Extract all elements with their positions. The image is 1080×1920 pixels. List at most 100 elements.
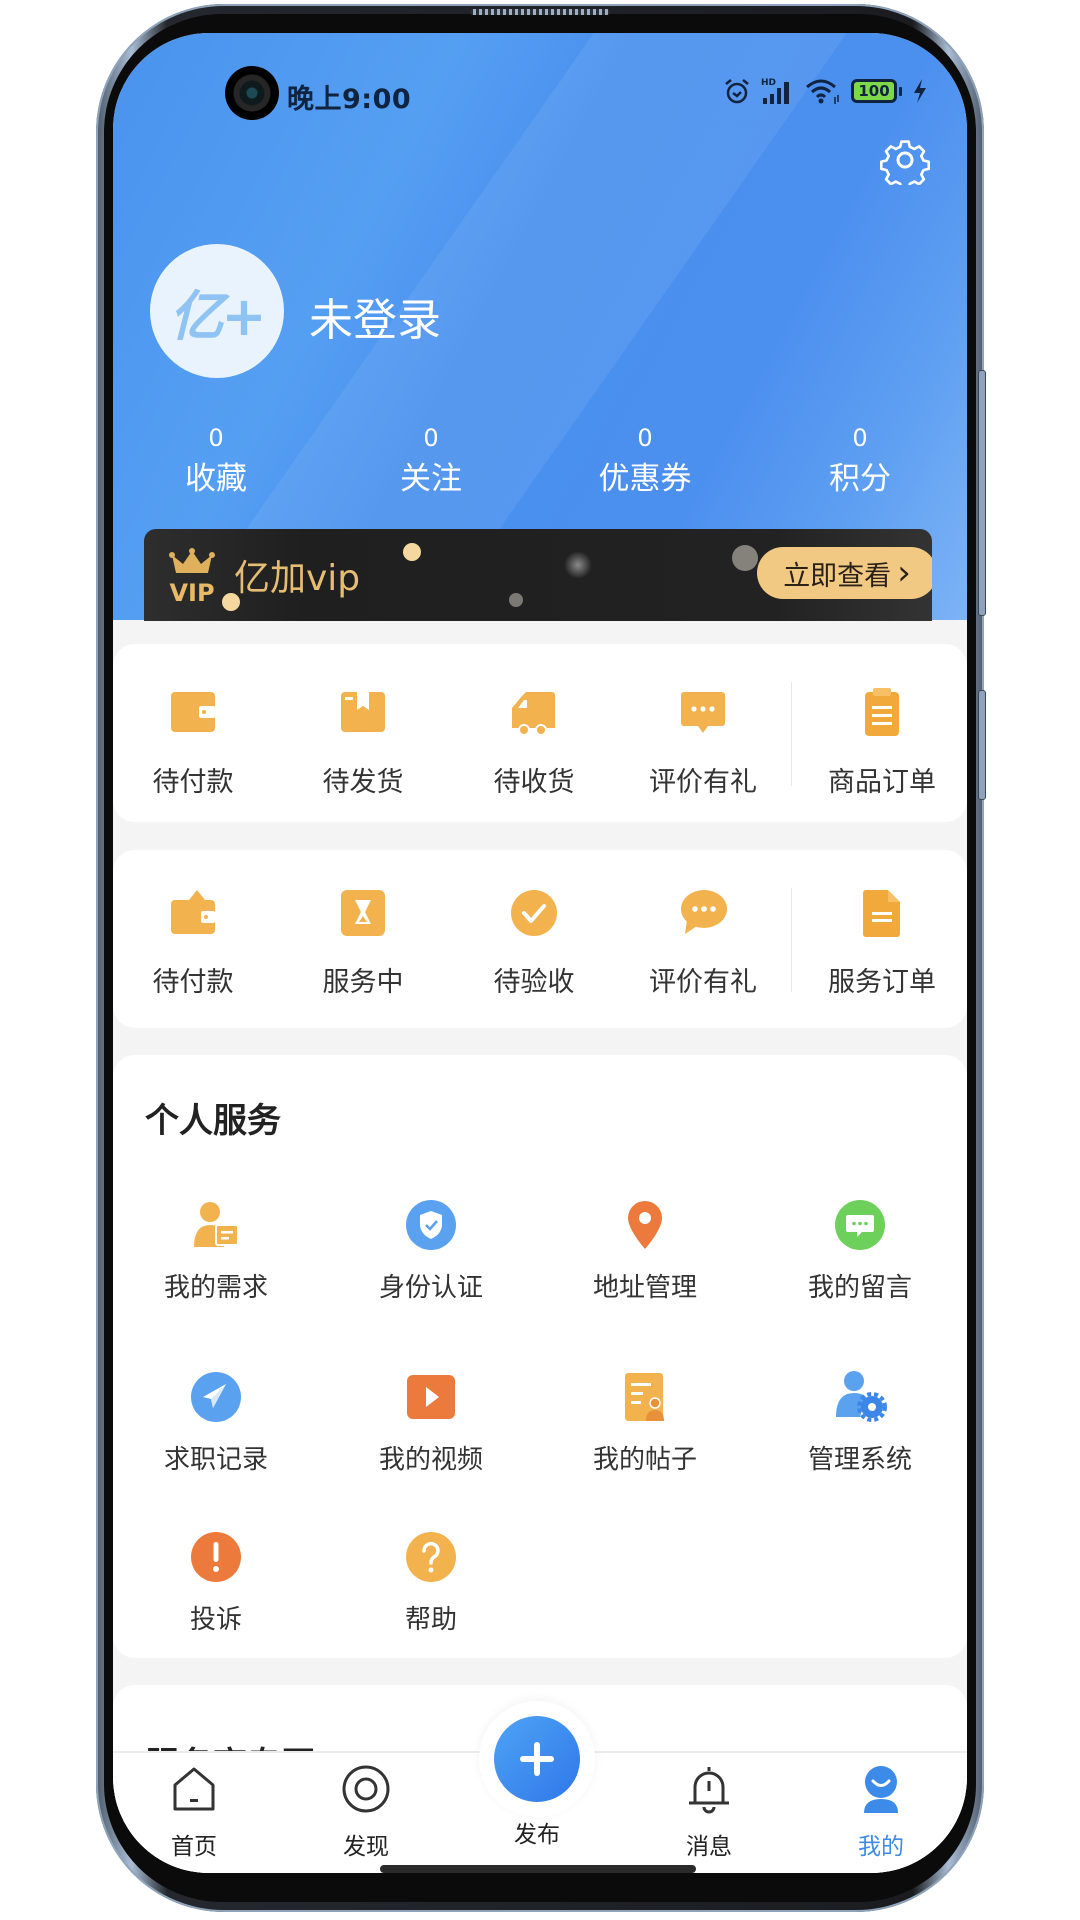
svg-text:HD: HD — [761, 78, 776, 88]
tab-label: 发布 — [514, 1822, 560, 1848]
hd-signal-icon: HD — [761, 76, 795, 106]
order-label: 服务订单 — [828, 967, 936, 998]
publish-button[interactable] — [494, 1716, 580, 1802]
wallet-icon — [163, 882, 223, 942]
battery-tip — [899, 86, 902, 96]
product-order-review[interactable]: 评价有礼 — [638, 682, 768, 799]
vip-view-button[interactable]: 立即查看 › — [757, 547, 932, 599]
tab-label: 消息 — [686, 1834, 732, 1860]
gear-icon — [879, 140, 931, 191]
profile-header: 晚上9:00 HD 100 亿+ 未登录 0 收藏 0 关注 0 优惠券 0 积… — [113, 33, 967, 621]
chevron-right-icon: › — [897, 553, 911, 593]
vip-title: 亿加vip — [234, 558, 361, 599]
stat-label: 收藏 — [185, 461, 247, 497]
order-label: 评价有礼 — [649, 767, 757, 798]
product-order-to-receive[interactable]: 待收货 — [469, 682, 599, 799]
service-order-review[interactable]: 评价有礼 — [638, 882, 768, 999]
service-admin-system[interactable]: 管理系统 — [775, 1367, 945, 1476]
user-request-icon — [186, 1195, 246, 1255]
settings-button[interactable] — [879, 135, 931, 191]
service-label: 投诉 — [189, 1605, 242, 1635]
personal-services-card: 个人服务 我的需求 身份认证 地址管理 我的留言 求职记录 我的视频 我的帖子 … — [113, 1055, 967, 1658]
document-icon — [852, 882, 912, 942]
package-icon — [333, 682, 393, 742]
wallet-icon — [163, 682, 223, 742]
clipboard-icon — [852, 682, 912, 742]
avatar-logo: 亿+ — [169, 284, 266, 348]
all-product-orders[interactable]: 商品订单 — [817, 682, 947, 799]
product-orders-card: 待付款 待发货 待收货 评价有礼 商品订单 — [113, 644, 967, 822]
service-label: 我的需求 — [163, 1273, 268, 1303]
tab-publish-label-container[interactable]: 发布 — [482, 1815, 592, 1849]
stat-value: 0 — [852, 424, 868, 452]
tab-label: 我的 — [858, 1834, 904, 1860]
status-icons: HD 100 — [723, 73, 928, 109]
stat-label: 优惠券 — [598, 461, 692, 497]
exclamation-icon — [186, 1527, 246, 1587]
stat-points[interactable]: 0 积分 — [780, 423, 940, 501]
post-icon — [615, 1367, 675, 1427]
service-label: 我的留言 — [807, 1273, 912, 1303]
all-service-orders[interactable]: 服务订单 — [817, 882, 947, 999]
stat-favorites[interactable]: 0 收藏 — [136, 423, 296, 501]
chat-bubble-icon — [673, 882, 733, 942]
service-label: 身份认证 — [378, 1273, 483, 1303]
tab-discover[interactable]: 发现 — [311, 1761, 421, 1861]
service-label: 管理系统 — [807, 1445, 912, 1475]
service-my-posts[interactable]: 我的帖子 — [560, 1367, 730, 1476]
stat-value: 0 — [637, 424, 653, 452]
user-gear-icon — [830, 1367, 890, 1427]
divider — [791, 682, 792, 786]
service-my-videos[interactable]: 我的视频 — [346, 1367, 516, 1476]
question-icon — [401, 1527, 461, 1587]
alarm-icon — [723, 77, 751, 105]
front-camera — [225, 66, 279, 120]
service-my-requests[interactable]: 我的需求 — [131, 1195, 301, 1304]
service-order-pending-payment[interactable]: 待付款 — [128, 882, 258, 999]
shield-check-icon — [401, 1195, 461, 1255]
paper-plane-icon — [186, 1367, 246, 1427]
vip-badge-text: VIP — [169, 579, 214, 605]
battery-icon: 100 — [851, 79, 897, 103]
stat-value: 0 — [208, 424, 224, 452]
service-label: 我的帖子 — [592, 1445, 697, 1475]
volume-button — [978, 370, 986, 616]
service-order-to-accept[interactable]: 待验收 — [469, 882, 599, 999]
section-title: 个人服务 — [145, 1101, 281, 1141]
truck-icon — [504, 682, 564, 742]
service-job-applications[interactable]: 求职记录 — [131, 1367, 301, 1476]
discover-icon — [338, 1761, 394, 1817]
order-label: 待验收 — [493, 967, 575, 998]
message-icon — [830, 1195, 890, 1255]
vip-view-label: 立即查看 — [783, 560, 892, 592]
order-label: 待付款 — [152, 767, 234, 798]
login-prompt[interactable]: 未登录 — [309, 284, 441, 348]
service-complaint[interactable]: 投诉 — [131, 1527, 301, 1636]
avatar[interactable]: 亿+ — [150, 244, 284, 378]
service-help[interactable]: 帮助 — [346, 1527, 516, 1636]
vip-banner[interactable]: VIP 亿加vip 立即查看 › — [144, 529, 932, 621]
hourglass-icon — [333, 882, 393, 942]
play-video-icon — [401, 1367, 461, 1427]
battery-level: 100 — [851, 79, 897, 103]
service-label: 我的视频 — [378, 1445, 483, 1475]
tab-messages[interactable]: 消息 — [654, 1761, 764, 1861]
product-order-to-ship[interactable]: 待发货 — [298, 682, 428, 799]
tab-home[interactable]: 首页 — [139, 1761, 249, 1861]
decor-dot — [403, 543, 421, 561]
service-label: 求职记录 — [163, 1445, 268, 1475]
stat-coupons[interactable]: 0 优惠券 — [565, 423, 725, 501]
decor-dot — [732, 545, 758, 571]
service-address-management[interactable]: 地址管理 — [560, 1195, 730, 1304]
service-label: 地址管理 — [592, 1273, 697, 1303]
order-label: 评价有礼 — [649, 967, 757, 998]
comment-icon — [673, 682, 733, 742]
home-indicator[interactable] — [380, 1865, 696, 1873]
product-order-pending-payment[interactable]: 待付款 — [128, 682, 258, 799]
service-identity-verification[interactable]: 身份认证 — [346, 1195, 516, 1304]
divider — [791, 888, 792, 992]
tab-profile[interactable]: 我的 — [826, 1761, 936, 1861]
service-order-in-progress[interactable]: 服务中 — [298, 882, 428, 999]
service-my-messages[interactable]: 我的留言 — [775, 1195, 945, 1304]
stat-following[interactable]: 0 关注 — [351, 423, 511, 501]
